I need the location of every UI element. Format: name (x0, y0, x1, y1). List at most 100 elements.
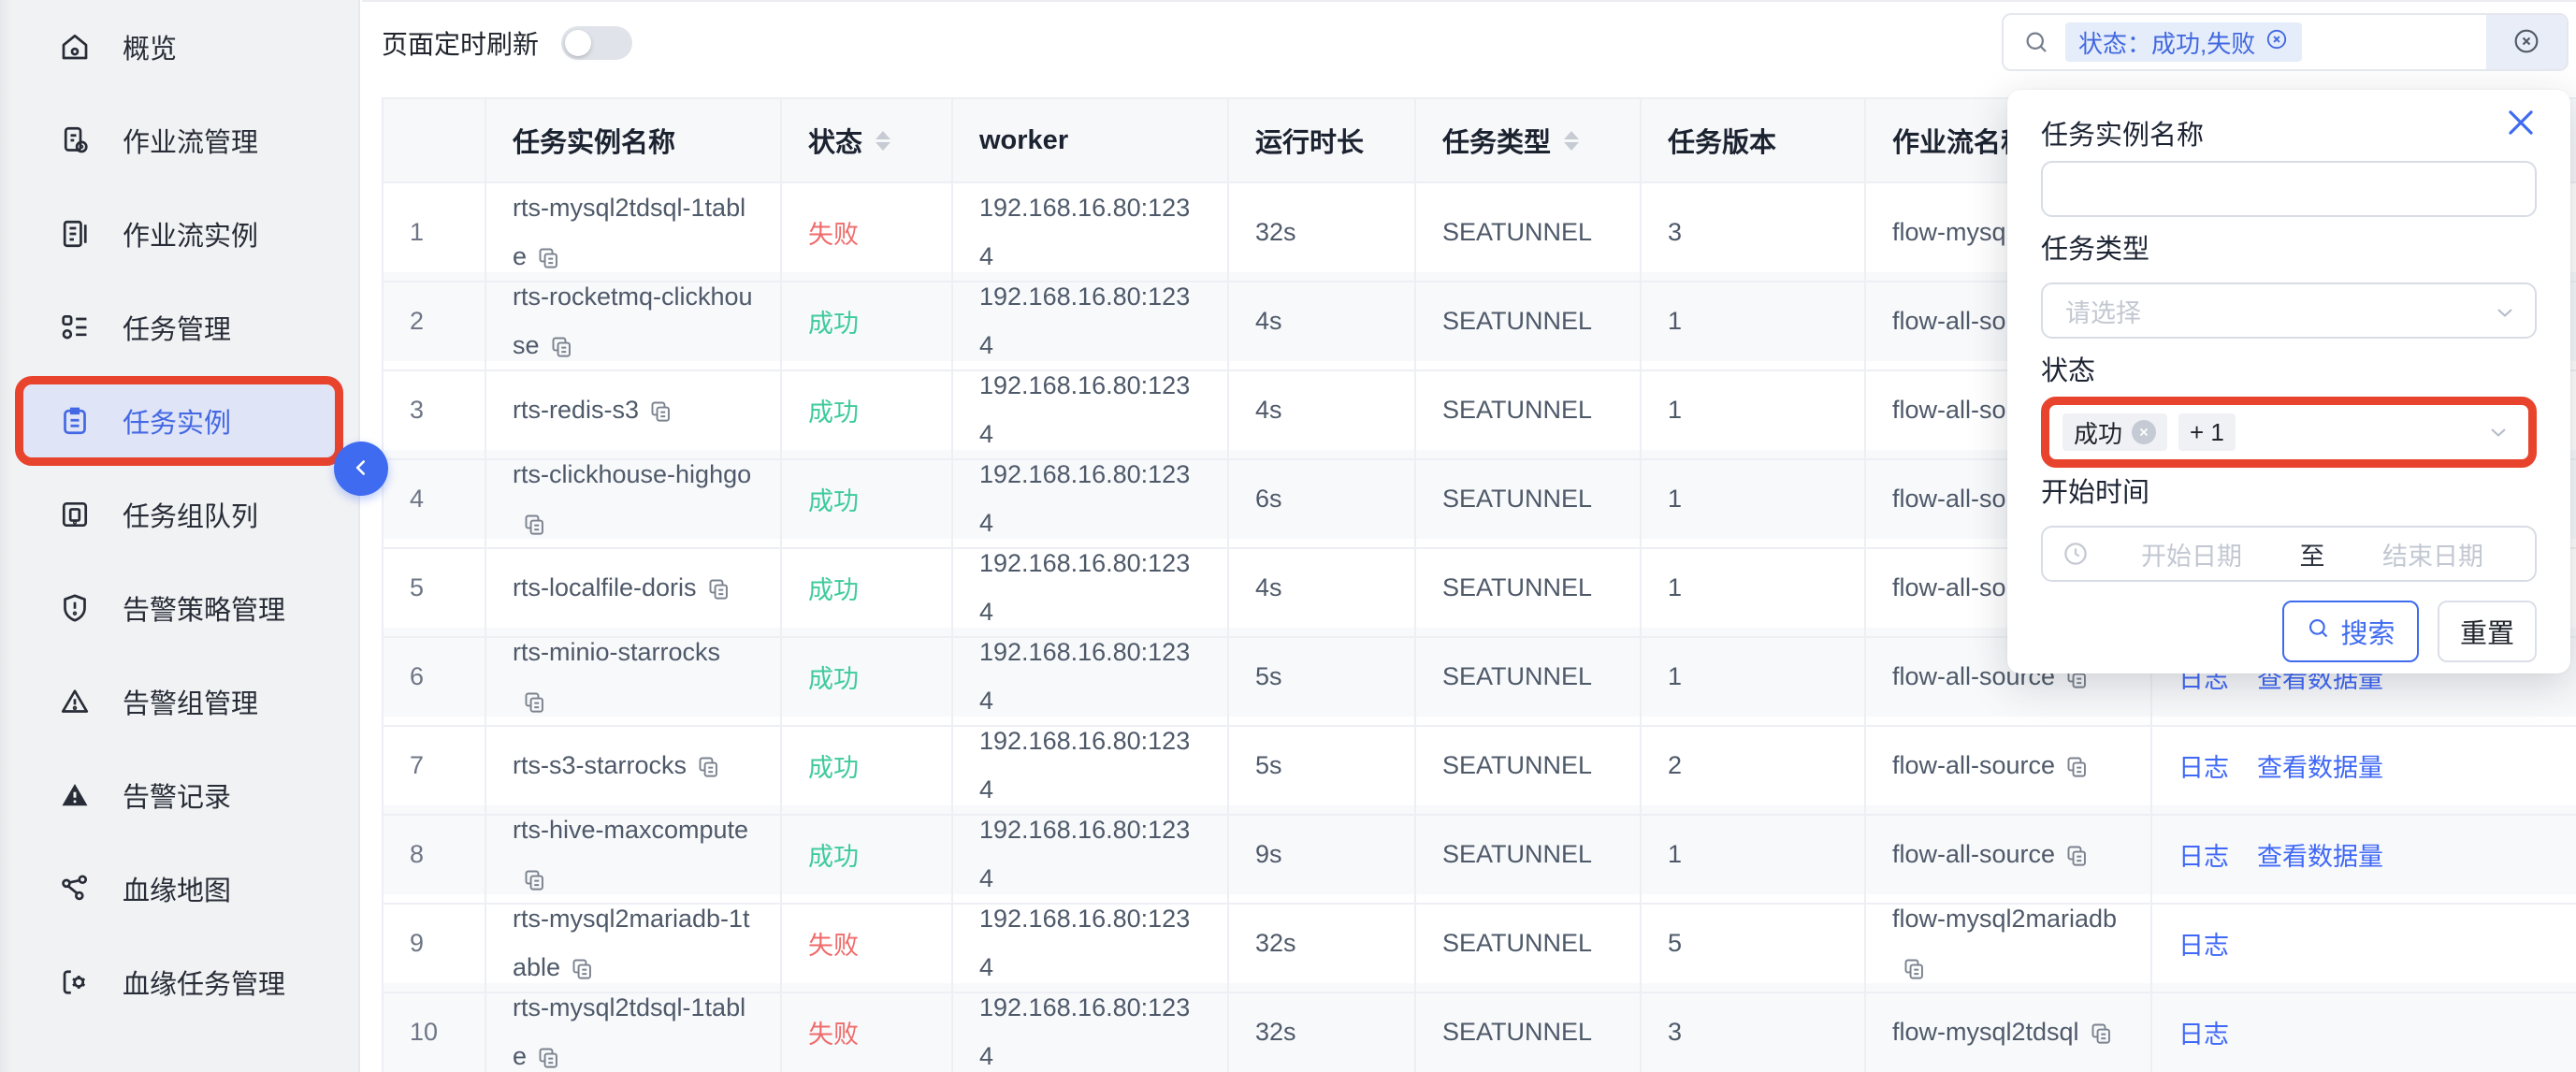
date-range-picker[interactable]: 开始日期 至 结束日期 (2041, 526, 2537, 582)
header-status[interactable]: 状态 (782, 99, 953, 183)
cell-workflow-name: flow-all-source (1866, 805, 2152, 905)
op-link[interactable]: 日志 (2178, 836, 2229, 873)
cell-index: 8 (384, 805, 486, 905)
cell-worker: 192.168.16.80:1234 (953, 450, 1229, 549)
cell-status: 失败 (782, 894, 953, 993)
cell-duration: 4s (1229, 272, 1416, 371)
sidebar-item-workflow-instance[interactable]: 作业流实例 (0, 187, 358, 281)
cell-instance-name: rts-redis-s3 (486, 361, 782, 460)
op-link[interactable]: 日志 (2178, 747, 2229, 784)
toggle-knob (565, 30, 591, 56)
cell-status: 成功 (782, 805, 953, 905)
cell-duration: 9s (1229, 805, 1416, 905)
copy-icon[interactable] (706, 576, 731, 601)
header-task-version: 任务版本 (1642, 99, 1866, 183)
cell-operations: 日志 (2152, 983, 2576, 1072)
cell-instance-name: rts-s3-starrocks (486, 717, 782, 816)
filter-panel: 任务实例名称 任务类型 请选择 状态 成功 + 1 开始时间 开始日期 至 (2007, 90, 2570, 674)
sidebar-item-lineage-task[interactable]: 血缘任务管理 (0, 935, 358, 1029)
sidebar-item-alert-record[interactable]: 告警记录 (0, 748, 358, 842)
sidebar-item-lineage-map[interactable]: 血缘地图 (0, 842, 358, 935)
cell-task-type: SEATUNNEL (1416, 183, 1642, 282)
sidebar-item-task-instance[interactable]: 任务实例 (15, 376, 343, 466)
sidebar-collapse-button[interactable] (334, 442, 388, 496)
cell-duration: 4s (1229, 361, 1416, 460)
op-link[interactable]: 查看数据量 (2257, 836, 2383, 873)
alert-record-icon (58, 778, 92, 812)
clear-circle-icon (2511, 26, 2541, 59)
workflow-instance-icon (58, 217, 92, 251)
cell-instance-name: rts-localfile-doris (486, 539, 782, 638)
status-multiselect[interactable]: 成功 + 1 (2049, 405, 2528, 459)
copy-icon[interactable] (536, 245, 561, 270)
copy-icon[interactable] (522, 512, 547, 537)
copy-icon[interactable] (696, 754, 721, 779)
sidebar-item-label: 任务组队列 (123, 495, 258, 534)
task-group-queue-icon (58, 498, 92, 531)
task-instance-icon (58, 404, 92, 438)
op-link[interactable]: 查看数据量 (2257, 747, 2383, 784)
task-type-select[interactable]: 请选择 (2041, 282, 2537, 339)
cell-workflow-name: flow-all-source (1866, 717, 2152, 816)
sidebar-item-label: 作业流实例 (123, 214, 258, 254)
lineage-map-icon (58, 872, 92, 905)
filter-search-bar[interactable]: 状态：成功,失败 (2002, 13, 2569, 71)
alert-policy-icon (58, 591, 92, 625)
sidebar-item-label: 血缘地图 (123, 869, 231, 908)
op-link[interactable]: 日志 (2178, 1014, 2229, 1050)
cell-index: 2 (384, 272, 486, 371)
sidebar-item-label: 血缘任务管理 (123, 963, 285, 1002)
cell-task-version: 3 (1642, 983, 1866, 1072)
cell-task-type: SEATUNNEL (1416, 805, 1642, 905)
copy-icon[interactable] (1902, 956, 1927, 981)
start-date-placeholder: 开始日期 (2090, 536, 2294, 572)
sidebar-item-alert-policy[interactable]: 告警策略管理 (0, 561, 358, 655)
field-label-status: 状态 (2041, 357, 2537, 385)
status-select-annotation: 成功 + 1 (2041, 397, 2537, 468)
page: 概览 作业流管理 作业流实例 任务管理 任务实例 任务组队列 告警策略管理 告 (0, 0, 2576, 1072)
close-icon[interactable] (2503, 105, 2539, 140)
copy-icon[interactable] (570, 956, 595, 981)
auto-refresh-toggle[interactable] (561, 26, 632, 60)
copy-icon[interactable] (549, 334, 574, 359)
copy-icon[interactable] (2089, 1021, 2114, 1046)
copy-icon[interactable] (522, 689, 547, 715)
sort-icon[interactable] (1564, 131, 1579, 151)
remove-tag-icon[interactable] (2132, 420, 2156, 444)
sort-icon[interactable] (876, 131, 890, 151)
remove-tag-icon[interactable] (2265, 27, 2289, 58)
sidebar-item-alert-group[interactable]: 告警组管理 (0, 655, 358, 748)
cell-operations: 日志查看数据量 (2152, 805, 2576, 905)
cell-task-type: SEATUNNEL (1416, 539, 1642, 638)
clear-all-filters-button[interactable] (2486, 15, 2567, 69)
task-manage-icon (58, 311, 92, 344)
sidebar-item-overview[interactable]: 概览 (0, 0, 358, 94)
sidebar-item-task-group-queue[interactable]: 任务组队列 (0, 468, 358, 561)
cell-duration: 4s (1229, 539, 1416, 638)
sidebar-item-label: 告警策略管理 (123, 588, 285, 628)
sidebar-item-label: 任务管理 (123, 308, 231, 347)
cell-task-version: 5 (1642, 894, 1866, 993)
reset-button[interactable]: 重置 (2438, 601, 2537, 662)
workflow-manage-icon (58, 123, 92, 157)
op-link[interactable]: 日志 (2178, 925, 2229, 962)
search-button[interactable]: 搜索 (2282, 601, 2419, 662)
cell-task-type: SEATUNNEL (1416, 628, 1642, 727)
cell-task-type: SEATUNNEL (1416, 717, 1642, 816)
instance-name-input[interactable] (2043, 163, 2535, 215)
cell-status: 成功 (782, 539, 953, 638)
sidebar-item-workflow-manage[interactable]: 作业流管理 (0, 94, 358, 187)
copy-icon[interactable] (536, 1045, 561, 1070)
copy-icon[interactable] (2064, 754, 2090, 779)
copy-icon[interactable] (2064, 843, 2090, 868)
cell-task-type: SEATUNNEL (1416, 450, 1642, 549)
sidebar-item-task-manage[interactable]: 任务管理 (0, 281, 358, 374)
cell-index: 10 (384, 983, 486, 1072)
copy-icon[interactable] (522, 867, 547, 892)
copy-icon[interactable] (648, 398, 673, 424)
header-task-type[interactable]: 任务类型 (1416, 99, 1642, 183)
cell-index: 6 (384, 628, 486, 727)
home-icon (58, 30, 92, 64)
cell-task-version: 1 (1642, 805, 1866, 905)
chevron-down-icon (2485, 419, 2511, 445)
